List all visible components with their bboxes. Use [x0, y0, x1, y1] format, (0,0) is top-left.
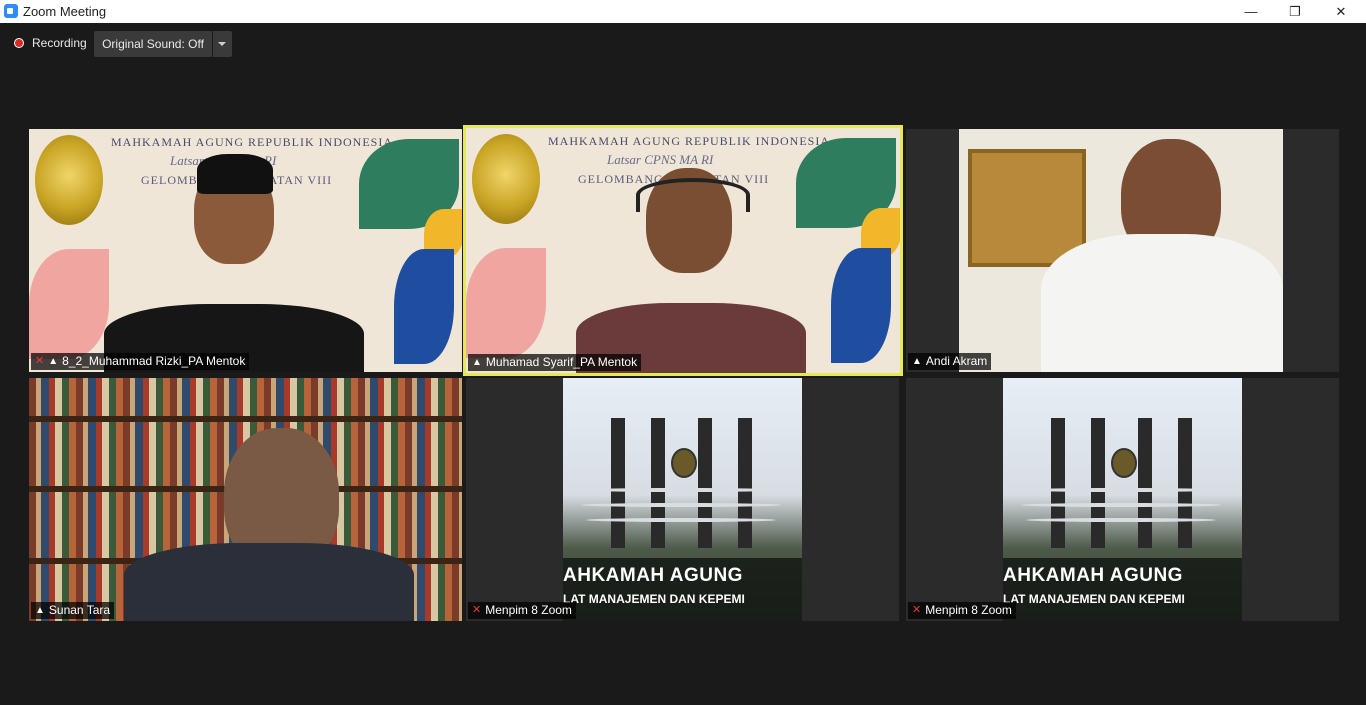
participant-nameplate: ✕ Menpim 8 Zoom: [468, 602, 576, 619]
participant-nameplate: ▲ Muhamad Syarif_PA Mentok: [468, 354, 642, 371]
video-tile-5[interactable]: AHKAMAH AGUNG LAT MANAJEMEN DAN KEPEMI ✕…: [466, 378, 899, 621]
arc: [1021, 503, 1221, 507]
mic-muted-icon: ✕: [912, 604, 922, 616]
leaf-decoration: [394, 249, 454, 364]
original-sound-button[interactable]: Original Sound: Off: [94, 31, 212, 57]
recording-label[interactable]: Recording: [32, 36, 87, 50]
shelf: [29, 416, 462, 422]
chevron-down-icon[interactable]: [213, 31, 232, 57]
video-tile-6[interactable]: AHKAMAH AGUNG LAT MANAJEMEN DAN KEPEMI ✕…: [906, 378, 1339, 621]
sign-text-2: LAT MANAJEMEN DAN KEPEMI: [1003, 592, 1185, 606]
leaf-decoration: [831, 248, 891, 363]
cap: [197, 154, 273, 194]
emblem-icon: [1111, 448, 1137, 478]
monument-tower: [611, 418, 625, 548]
participant-name: Sunan Tara: [48, 603, 111, 617]
participant-name: Muhamad Syarif_PA Mentok: [485, 355, 638, 369]
monument-tower: [651, 418, 665, 548]
participant-name: Menpim 8 Zoom: [485, 603, 572, 617]
mic-muted-icon: ✕: [472, 604, 482, 616]
minimize-button[interactable]: —: [1228, 0, 1274, 23]
arc: [581, 503, 781, 507]
participant-nameplate: ▲ Sunan Tara: [31, 602, 115, 619]
title-bar: Zoom Meeting — ❐ ✕: [0, 0, 1366, 23]
monument-tower: [1091, 418, 1105, 548]
video-tile-3[interactable]: ▲ Andi Akram: [906, 129, 1339, 372]
participant-name: Andi Akram: [925, 354, 988, 368]
participant-name: 8_2_Muhammad Rizki_PA Mentok: [62, 354, 246, 368]
monument-tower: [1138, 418, 1152, 548]
participant-nameplate: ▲ Andi Akram: [908, 353, 992, 370]
participant-body: [124, 543, 414, 621]
sign-text: AHKAMAH AGUNG: [1003, 565, 1183, 586]
wall-frame: [968, 149, 1086, 267]
banner-title: MAHKAMAH AGUNG REPUBLIK INDONESIA: [111, 135, 393, 149]
pin-icon: ▲: [912, 356, 922, 367]
headset-icon: [636, 178, 750, 212]
banner-subtitle: Latsar CPNS MA RI: [607, 152, 714, 167]
video-tile-2-active-speaker[interactable]: MAHKAMAH AGUNG REPUBLIK INDONESIA Latsar…: [463, 125, 903, 376]
court-seal-logo: [472, 134, 540, 224]
video-tile-1[interactable]: MAHKAMAH AGUNG REPUBLIK INDONESIA Latsar…: [29, 129, 462, 372]
close-button[interactable]: ✕: [1318, 0, 1364, 23]
monument-tower: [1178, 418, 1192, 548]
sign-text: AHKAMAH AGUNG: [563, 565, 743, 586]
monument-tower: [738, 418, 752, 548]
arc: [1026, 518, 1216, 522]
monument-tower: [1051, 418, 1065, 548]
participant-body: [1041, 234, 1283, 372]
leaf-decoration: [466, 248, 546, 358]
arc: [1016, 488, 1226, 492]
zoom-app-icon: [4, 4, 18, 18]
leaf-decoration: [29, 249, 109, 359]
participant-nameplate: ✕ ▲ 8_2_Muhammad Rizki_PA Mentok: [31, 353, 250, 370]
court-seal-logo: [35, 135, 103, 225]
monument-tower: [698, 418, 712, 548]
participant-name: Menpim 8 Zoom: [925, 603, 1012, 617]
mic-muted-icon: ✕: [35, 355, 45, 367]
sign-text-2: LAT MANAJEMEN DAN KEPEMI: [563, 592, 745, 606]
arc: [586, 518, 776, 522]
recording-icon: [14, 38, 24, 48]
arc: [576, 488, 786, 492]
emblem-icon: [671, 448, 697, 478]
pin-icon: ▲: [48, 356, 59, 367]
participant-nameplate: ✕ Menpim 8 Zoom: [908, 602, 1016, 619]
pin-icon: ▲: [472, 357, 482, 368]
video-tile-4[interactable]: ▲ Sunan Tara: [29, 378, 462, 621]
banner-title: MAHKAMAH AGUNG REPUBLIK INDONESIA: [548, 134, 830, 148]
window-title: Zoom Meeting: [23, 4, 107, 19]
pin-icon: ▲: [35, 605, 45, 616]
restore-button[interactable]: ❐: [1272, 0, 1318, 23]
